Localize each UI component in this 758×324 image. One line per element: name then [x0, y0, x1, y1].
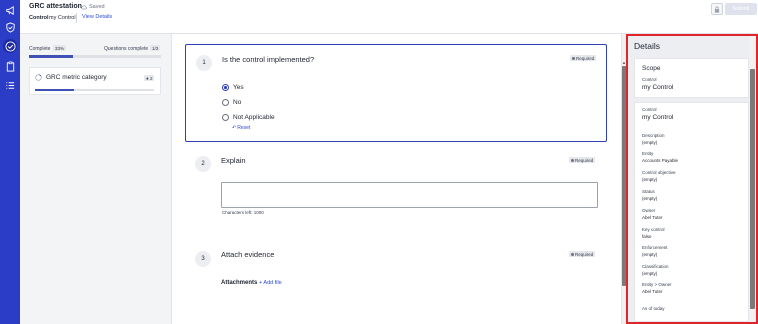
- field-value: false: [642, 234, 652, 239]
- details-scroll-thumb[interactable]: [750, 69, 755, 309]
- category-progress-bar: [35, 89, 154, 91]
- required-text: Required: [575, 251, 594, 257]
- option-label: Yes: [233, 84, 244, 91]
- scope-control-label: Control: [642, 77, 657, 82]
- progress-panel: Complete 33% Questions complete 1/3 GRC …: [20, 34, 172, 324]
- reset-link[interactable]: ↶ Reset: [232, 125, 250, 131]
- required-text: Required: [576, 55, 595, 61]
- question-title: Attach evidence: [221, 250, 275, 259]
- option-label: No: [233, 99, 242, 106]
- explain-textarea[interactable]: [221, 182, 598, 208]
- field-value: Accounts Payable: [642, 158, 679, 163]
- required-badge: Required: [569, 157, 596, 163]
- question-number: 2: [195, 156, 211, 172]
- questions-complete-label: Questions complete: [104, 46, 149, 52]
- required-badge: Required: [569, 251, 596, 257]
- option-label: Not Applicable: [233, 114, 275, 121]
- details-title: Details: [634, 41, 660, 51]
- scope-control-value: my Control: [642, 84, 674, 91]
- category-count-badge: ● 2: [144, 75, 155, 81]
- field-label: Entity > Owner: [642, 282, 672, 287]
- attachments-label: Attachments: [221, 280, 258, 286]
- page-header: GRC attestation Saved Control my Control…: [20, 0, 758, 34]
- required-badge: Required: [570, 55, 597, 61]
- saved-text: Saved: [89, 4, 105, 10]
- field-label: Owner: [642, 208, 656, 213]
- page-title: GRC attestation: [29, 3, 82, 10]
- questions-area: 1 Is the control implemented? Required Y…: [172, 34, 621, 324]
- clipboard-icon[interactable]: [3, 59, 17, 73]
- cloud-icon: [81, 4, 87, 9]
- question-title: Is the control implemented?: [222, 55, 315, 64]
- category-count: 2: [149, 75, 153, 81]
- option-not-applicable[interactable]: Not Applicable: [222, 114, 275, 121]
- question-card[interactable]: 1 Is the control implemented? Required Y…: [185, 44, 607, 142]
- question-card[interactable]: 3 Attach evidence Required Attachments +…: [185, 246, 607, 310]
- category-title: GRC metric category: [46, 74, 107, 81]
- progress-ring-icon: [35, 74, 42, 81]
- control-value: my Control: [49, 15, 76, 21]
- field-label: Key control: [642, 227, 665, 232]
- category-card[interactable]: GRC metric category ● 2: [29, 67, 161, 95]
- characters-left: Characters left: 1000: [222, 210, 264, 215]
- radio-not-applicable[interactable]: [222, 114, 229, 121]
- details-panel: Details Scope Control my Control Control…: [626, 34, 758, 324]
- check-circle-icon[interactable]: [3, 39, 17, 53]
- field-value: Abel Tuter: [642, 289, 663, 294]
- overall-progress-bar: [29, 55, 161, 58]
- field-value: (empty): [642, 177, 658, 182]
- complete-percent-badge: 33%: [53, 45, 67, 51]
- view-details-link[interactable]: View Details: [82, 14, 112, 20]
- question-number: 1: [196, 55, 212, 71]
- reset-label: Reset: [237, 125, 251, 131]
- add-file-link[interactable]: + Add file: [259, 280, 282, 286]
- option-yes[interactable]: Yes: [222, 84, 244, 91]
- undo-icon: ↶: [232, 125, 237, 131]
- category-progress-fill: [35, 89, 75, 91]
- question-card[interactable]: 2 Explain Required Characters left: 1000: [185, 148, 607, 224]
- scope-title: Scope: [642, 65, 661, 72]
- question-title: Explain: [221, 156, 246, 165]
- left-nav-rail: [0, 0, 20, 324]
- field-label: As of today: [642, 306, 665, 311]
- shield-icon[interactable]: [3, 20, 17, 34]
- lock-button[interactable]: [711, 3, 723, 15]
- field-value: (empty): [642, 252, 658, 257]
- field-value: (empty): [642, 271, 658, 276]
- lock-icon: [714, 6, 720, 13]
- field-label: Classification: [642, 264, 669, 269]
- megaphone-icon[interactable]: [3, 3, 17, 17]
- required-text: Required: [575, 157, 594, 163]
- details-scrollbar[interactable]: [749, 36, 756, 322]
- complete-label: Complete: [29, 46, 51, 52]
- submit-button[interactable]: Submit: [725, 3, 757, 15]
- saved-status: Saved: [81, 4, 105, 10]
- field-value: (empty): [642, 140, 658, 145]
- field-value: my Control: [642, 114, 674, 121]
- scope-card: Scope Control my Control: [634, 58, 749, 98]
- field-value: Abel Tuter: [642, 215, 663, 220]
- radio-yes[interactable]: [222, 84, 229, 91]
- radio-no[interactable]: [222, 99, 229, 106]
- field-label: Entity: [642, 151, 654, 156]
- field-label: Enforcement: [642, 245, 668, 250]
- field-label: Control objective: [642, 170, 676, 175]
- overall-progress-fill: [29, 55, 73, 58]
- details-info-card: Control my Control Description (empty) E…: [634, 102, 749, 322]
- control-label: Control: [29, 15, 49, 21]
- question-number: 3: [195, 251, 211, 267]
- option-no[interactable]: No: [222, 99, 241, 106]
- field-label: Status: [642, 189, 655, 194]
- questions-complete-badge: 1/3: [150, 45, 161, 51]
- field-value: (empty): [642, 196, 658, 201]
- field-label: Description: [642, 133, 665, 138]
- field-label: Control: [642, 107, 657, 112]
- header-divider: [76, 13, 77, 23]
- list-icon[interactable]: [3, 78, 17, 92]
